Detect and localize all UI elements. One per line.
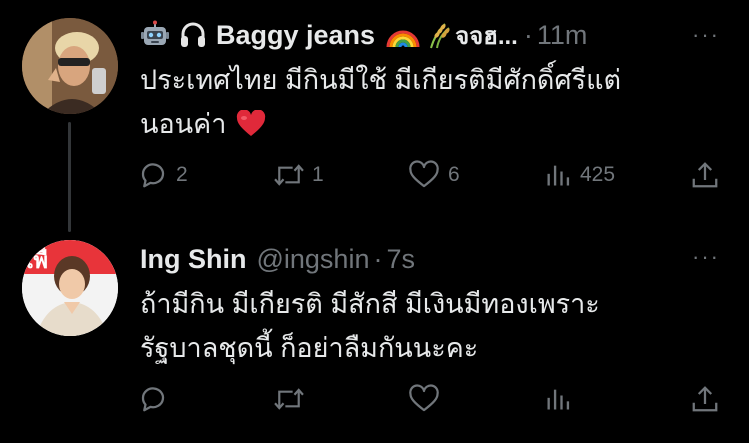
tweet2-reply-button[interactable] xyxy=(138,384,168,414)
headphones-icon xyxy=(178,20,208,50)
tweet1-reply-count: 2 xyxy=(176,163,188,186)
tweet2-handle[interactable]: @ingshin xyxy=(256,244,369,275)
tweet1-reply-button[interactable]: 2 xyxy=(138,160,188,190)
like-icon xyxy=(409,384,439,412)
views-icon xyxy=(547,165,570,186)
tweet1-time-separator: · xyxy=(523,19,533,50)
like-icon xyxy=(409,160,439,188)
tweet1-like-button[interactable]: 6 xyxy=(408,160,460,190)
share-icon xyxy=(692,162,718,188)
tweet2-more-icon[interactable]: ··· xyxy=(692,244,720,270)
tweet1-header: Baggy jeans จจฮ... · 11m xyxy=(140,18,587,52)
tweet1-retweet-button[interactable]: 1 xyxy=(272,160,324,190)
tweet1-text-line2: นอนค่า xyxy=(140,109,227,139)
tweet2-header: Ing Shin @ingshin · 7s xyxy=(140,242,415,276)
heart-emoji-icon xyxy=(236,110,266,138)
avatar-image xyxy=(22,18,118,114)
reply-icon xyxy=(141,163,165,188)
tweet2-timestamp[interactable]: 7s xyxy=(386,244,415,275)
tweet1-like-count: 6 xyxy=(448,163,460,186)
tweet1-view-count: 425 xyxy=(580,163,616,186)
robot-icon xyxy=(140,20,170,50)
tweet1-share-button[interactable] xyxy=(690,160,720,190)
tweet2-like-button[interactable] xyxy=(408,384,440,414)
tweet1-handle-truncated[interactable]: จจฮ... xyxy=(455,16,518,55)
tweet1-display-name[interactable]: Baggy jeans xyxy=(216,20,375,51)
views-icon xyxy=(547,389,570,410)
tweet2-share-button[interactable] xyxy=(690,384,720,414)
tweet1-text-line2-wrap: นอนค่า xyxy=(140,102,266,146)
svg-text:เพื่: เพื่ xyxy=(26,244,48,273)
thread-connector-line xyxy=(68,122,71,232)
tweet2-text-line2: รัฐบาลชุดนี้ ก็อย่าลืมกันนะคะ xyxy=(140,333,479,363)
share-icon xyxy=(692,386,718,412)
tweet1-timestamp[interactable]: 11m xyxy=(537,20,588,51)
tweet2-retweet-button[interactable] xyxy=(272,384,306,414)
retweet-icon xyxy=(274,164,304,186)
avatar-baggy-jeans[interactable] xyxy=(22,18,118,114)
retweet-icon xyxy=(274,388,304,410)
tweet2-time-separator: · xyxy=(373,243,383,274)
rainbow-icon xyxy=(385,21,421,49)
avatar-ing-shin[interactable]: เพื่ xyxy=(22,240,118,336)
tweet1-text-line1: ประเทศไทย มีกินมีใช้ มีเกียรติมีศักดิ์ศร… xyxy=(140,65,622,95)
tweet2-views-button[interactable] xyxy=(544,384,572,414)
avatar-image: เพื่ xyxy=(22,240,118,336)
rice-icon xyxy=(423,20,453,50)
tweet2-display-name[interactable]: Ing Shin xyxy=(140,244,246,275)
tweet2-text-line1: ถ้ามีกิน มีเกียรติ มีสักสี มีเงินมีทองเพ… xyxy=(140,289,600,319)
reply-icon xyxy=(141,387,165,412)
tweet1-retweet-count: 1 xyxy=(312,163,324,186)
tweet1-more-icon[interactable]: ··· xyxy=(692,22,720,48)
tweet1-views-button[interactable]: 425 xyxy=(544,160,615,190)
